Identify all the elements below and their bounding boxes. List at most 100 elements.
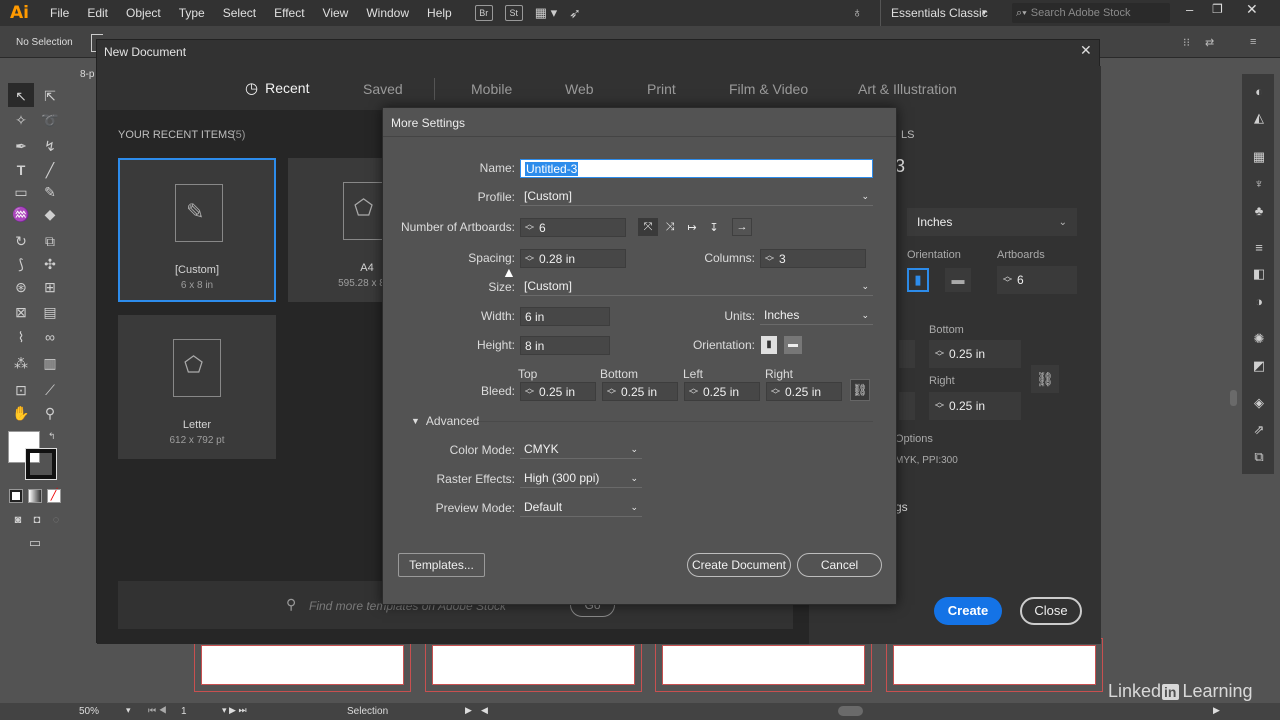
transparency-icon[interactable]: ◑	[1251, 294, 1267, 309]
graph-tool-icon[interactable]: ▥	[41, 354, 59, 372]
menu-view[interactable]: View	[314, 6, 358, 20]
landscape-icon[interactable]: ▬	[945, 268, 971, 292]
type-tool-icon[interactable]: T	[12, 161, 30, 179]
stepper-arrows-icon[interactable]: ︿ ﹀	[935, 398, 944, 414]
selection-tool-icon[interactable]: ↖	[12, 87, 30, 105]
export-icon[interactable]: ⇗	[1251, 422, 1267, 437]
color-panel-icon[interactable]: ◐	[1251, 84, 1267, 99]
stepper-arrows-icon[interactable]: ︿ ﹀	[689, 383, 698, 399]
right-to-left-layout-icon[interactable]: →	[732, 218, 752, 236]
bleed-left-stepper[interactable]: ︿ ﹀ 0.25 in	[684, 382, 760, 401]
tab-mobile[interactable]: Mobile	[471, 66, 512, 112]
tab-web[interactable]: Web	[565, 66, 594, 112]
create-button[interactable]: Create	[934, 597, 1002, 625]
landscape-icon[interactable]: ▬	[784, 336, 802, 354]
artboard-nav-icons[interactable]: ▾ ▶ ⏭	[222, 705, 247, 716]
transform-icon[interactable]: ⇄	[1205, 36, 1214, 49]
workspace-switcher[interactable]: Essentials Classic	[891, 6, 988, 20]
line-tool-icon[interactable]: ╱	[41, 161, 59, 179]
perspective-grid-icon[interactable]: ⊞	[41, 278, 59, 296]
create-document-button[interactable]: Create Document	[687, 553, 791, 577]
none-mode-icon[interactable]: ╱	[47, 489, 61, 503]
stroke-color-swatch[interactable]	[25, 448, 57, 480]
symbol-sprayer-icon[interactable]: ⁂	[12, 354, 30, 372]
paintbrush-icon[interactable]: ✎	[41, 183, 59, 201]
size-dropdown[interactable]: [Custom] ⌄	[520, 277, 873, 296]
color-mode-dropdown[interactable]: CMYK ⌄	[520, 440, 642, 459]
swatches-icon[interactable]: ▦	[1251, 149, 1267, 164]
portrait-icon[interactable]: ▮	[907, 268, 929, 292]
direct-selection-tool-icon[interactable]: ⇱	[41, 87, 59, 105]
lasso-icon[interactable]: ➰	[41, 111, 59, 129]
bleed-bottom-stepper[interactable]: ︿ ﹀ 0.25 in	[929, 340, 1021, 368]
first-artboard-icon[interactable]: ⏮ ◀	[148, 705, 167, 716]
tab-film-video[interactable]: Film & Video	[729, 66, 808, 112]
menu-help[interactable]: Help	[418, 6, 461, 20]
draw-behind-icon[interactable]: ◘	[28, 511, 46, 529]
artboards-stepper[interactable]: ︿ ﹀ 6	[997, 266, 1077, 294]
grid-by-column-icon[interactable]: ⤨	[660, 218, 680, 236]
grid-by-row-icon[interactable]: ⤧	[638, 218, 658, 236]
arrange-by-column-icon[interactable]: ↧	[704, 218, 724, 236]
minimize-icon[interactable]: –	[1186, 2, 1193, 17]
link-icon[interactable]: ⛓	[1031, 365, 1059, 393]
stepper-arrows-icon[interactable]: ︿ ﹀	[1003, 272, 1012, 288]
menu-select[interactable]: Select	[214, 6, 265, 20]
raster-effects-dropdown[interactable]: High (300 ppi) ⌄	[520, 469, 642, 488]
rectangle-tool-icon[interactable]: ▭	[12, 183, 30, 201]
menu-object[interactable]: Object	[117, 6, 170, 20]
dialog-close-icon[interactable]: ✕	[1080, 42, 1092, 59]
tab-saved[interactable]: Saved	[363, 66, 403, 112]
close-icon[interactable]: ✕	[1246, 1, 1258, 18]
status-menu-icon[interactable]: ▶	[465, 705, 472, 716]
document-tab[interactable]: 8-p	[80, 69, 94, 80]
tab-print[interactable]: Print	[647, 66, 676, 112]
artboards-count-stepper[interactable]: ︿ ﹀ 6	[520, 218, 626, 237]
graphic-styles-icon[interactable]: ◩	[1251, 358, 1267, 373]
close-button[interactable]: Close	[1020, 597, 1082, 625]
artboards-panel-icon[interactable]: ⧉	[1251, 449, 1267, 464]
units-dropdown[interactable]: Inches ⌄	[760, 306, 873, 325]
scroll-right-icon[interactable]: ▶	[1213, 705, 1220, 716]
stock-button[interactable]: St	[504, 5, 523, 21]
chevron-down-icon[interactable]: ▾	[126, 705, 131, 716]
artboard-number[interactable]: 1	[181, 706, 187, 717]
stepper-arrows-icon[interactable]: ︿ ﹀	[525, 219, 534, 235]
bleed-right-stepper[interactable]: ︿ ﹀ 0.25 in	[766, 382, 842, 401]
stepper-arrows-icon[interactable]: ︿ ﹀	[765, 250, 774, 266]
link-bleed-icon[interactable]: ⛓	[850, 379, 870, 401]
menu-effect[interactable]: Effect	[265, 6, 313, 20]
zoom-tool-icon[interactable]: ⚲	[41, 404, 59, 422]
gradient-tool-icon[interactable]: ▤	[41, 303, 59, 321]
draw-normal-icon[interactable]: ◙	[9, 511, 27, 529]
columns-stepper[interactable]: ︿ ﹀ 3	[760, 249, 866, 268]
advanced-toggle[interactable]: ▼ Advanced	[411, 414, 479, 428]
bleed-bottom-stepper[interactable]: ︿ ﹀ 0.25 in	[602, 382, 678, 401]
shape-builder-icon[interactable]: ⊛	[12, 278, 30, 296]
stepper-arrows-icon[interactable]: ︿ ﹀	[935, 346, 944, 362]
arrange-by-row-icon[interactable]: ↦	[682, 218, 702, 236]
name-input[interactable]: Untitled-3	[520, 159, 873, 178]
panel-menu-icon[interactable]: ≡	[1250, 36, 1256, 48]
shaper-tool-icon[interactable]: ♒	[12, 205, 30, 223]
portrait-icon[interactable]: ▮	[761, 336, 777, 354]
width-input[interactable]: 6 in	[520, 307, 610, 326]
color-guide-icon[interactable]: ◭	[1251, 110, 1267, 125]
gpu-performance-icon[interactable]: ➶	[569, 5, 581, 22]
curvature-tool-icon[interactable]: ↯	[41, 137, 59, 155]
tab-recent[interactable]: ◷ Recent	[245, 66, 310, 112]
restore-icon[interactable]: ❐	[1212, 2, 1223, 16]
tab-art-illustration[interactable]: Art & Illustration	[858, 66, 957, 112]
swap-colors-icon[interactable]: ↰	[48, 431, 56, 442]
scrollbar-thumb[interactable]	[1230, 390, 1237, 406]
height-input[interactable]: 8 in	[520, 336, 610, 355]
symbols-icon[interactable]: ♣	[1251, 203, 1267, 218]
eraser-icon[interactable]: ◆	[41, 205, 59, 223]
menu-edit[interactable]: Edit	[78, 6, 117, 20]
screen-mode-icon[interactable]: ▭	[26, 534, 44, 552]
appearance-icon[interactable]: ✺	[1251, 331, 1267, 346]
draw-inside-icon[interactable]: ◌	[47, 511, 65, 529]
recent-item-letter[interactable]: ⬠ Letter 612 x 792 pt	[118, 315, 276, 459]
warp-tool-icon[interactable]: ⟆	[12, 255, 30, 273]
mesh-tool-icon[interactable]: ⊠	[12, 303, 30, 321]
